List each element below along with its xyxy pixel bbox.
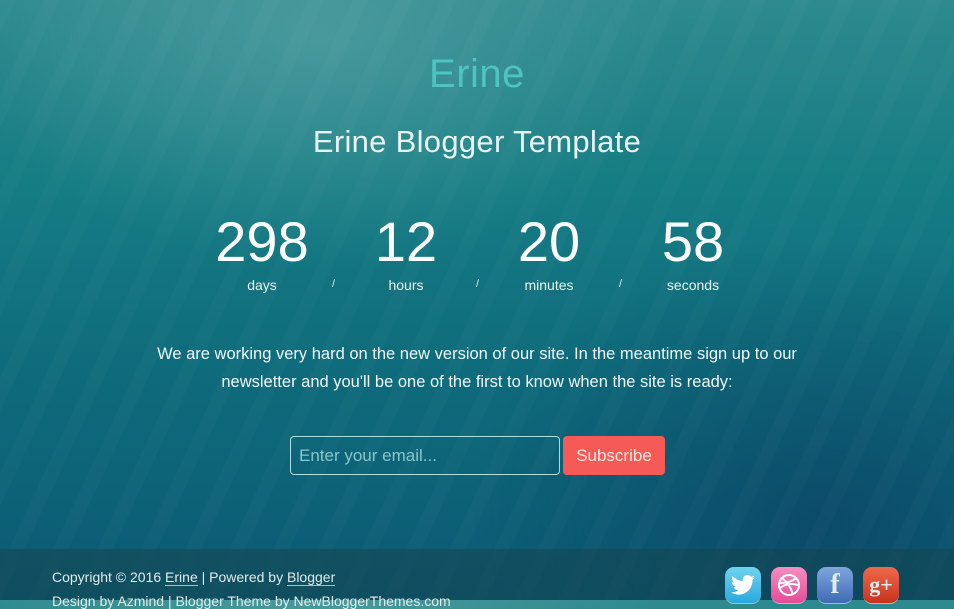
separator: / [619,278,623,290]
minutes-label: minutes [524,277,574,293]
design-credit: Design by Azmind | Blogger Theme by NewB… [52,593,451,609]
separator: / [332,278,336,290]
site-link[interactable]: Erine [165,569,198,586]
seconds-label: seconds [666,277,720,293]
powered-text: | Powered by [197,569,287,585]
subscribe-button[interactable]: Subscribe [563,436,665,475]
email-input[interactable] [290,436,560,475]
countdown-minutes: 20 minutes [479,210,619,295]
footer: Copyright © 2016 Erine | Powered by Blog… [0,549,954,609]
countdown-days: 298 days [192,210,332,295]
days-value: 298 [215,210,309,273]
days-label: days [247,277,277,293]
site-subtitle: Erine Blogger Template [312,124,642,159]
facebook-icon[interactable]: f [817,567,853,604]
blogger-link[interactable]: Blogger [286,569,336,586]
google-plus-icon[interactable]: g+ [863,567,899,604]
site-title: Erine [429,52,525,96]
countdown-hours: 12 hours [336,210,476,295]
seconds-value: 58 [661,210,725,273]
copyright-text: Copyright © 2016 [52,569,166,585]
copyright-line: Copyright © 2016 Erine | Powered by Blog… [52,569,336,586]
minutes-value: 20 [517,210,581,273]
countdown-seconds: 58 seconds [623,210,763,295]
countdown-timer: 298 days / 12 hours / 20 minutes / 58 se… [0,210,954,300]
twitter-icon[interactable] [725,567,761,604]
hours-value: 12 [374,210,438,273]
hours-label: hours [388,277,424,293]
coming-soon-message: We are working very hard on the new vers… [157,345,797,391]
dribbble-icon[interactable] [771,567,807,604]
